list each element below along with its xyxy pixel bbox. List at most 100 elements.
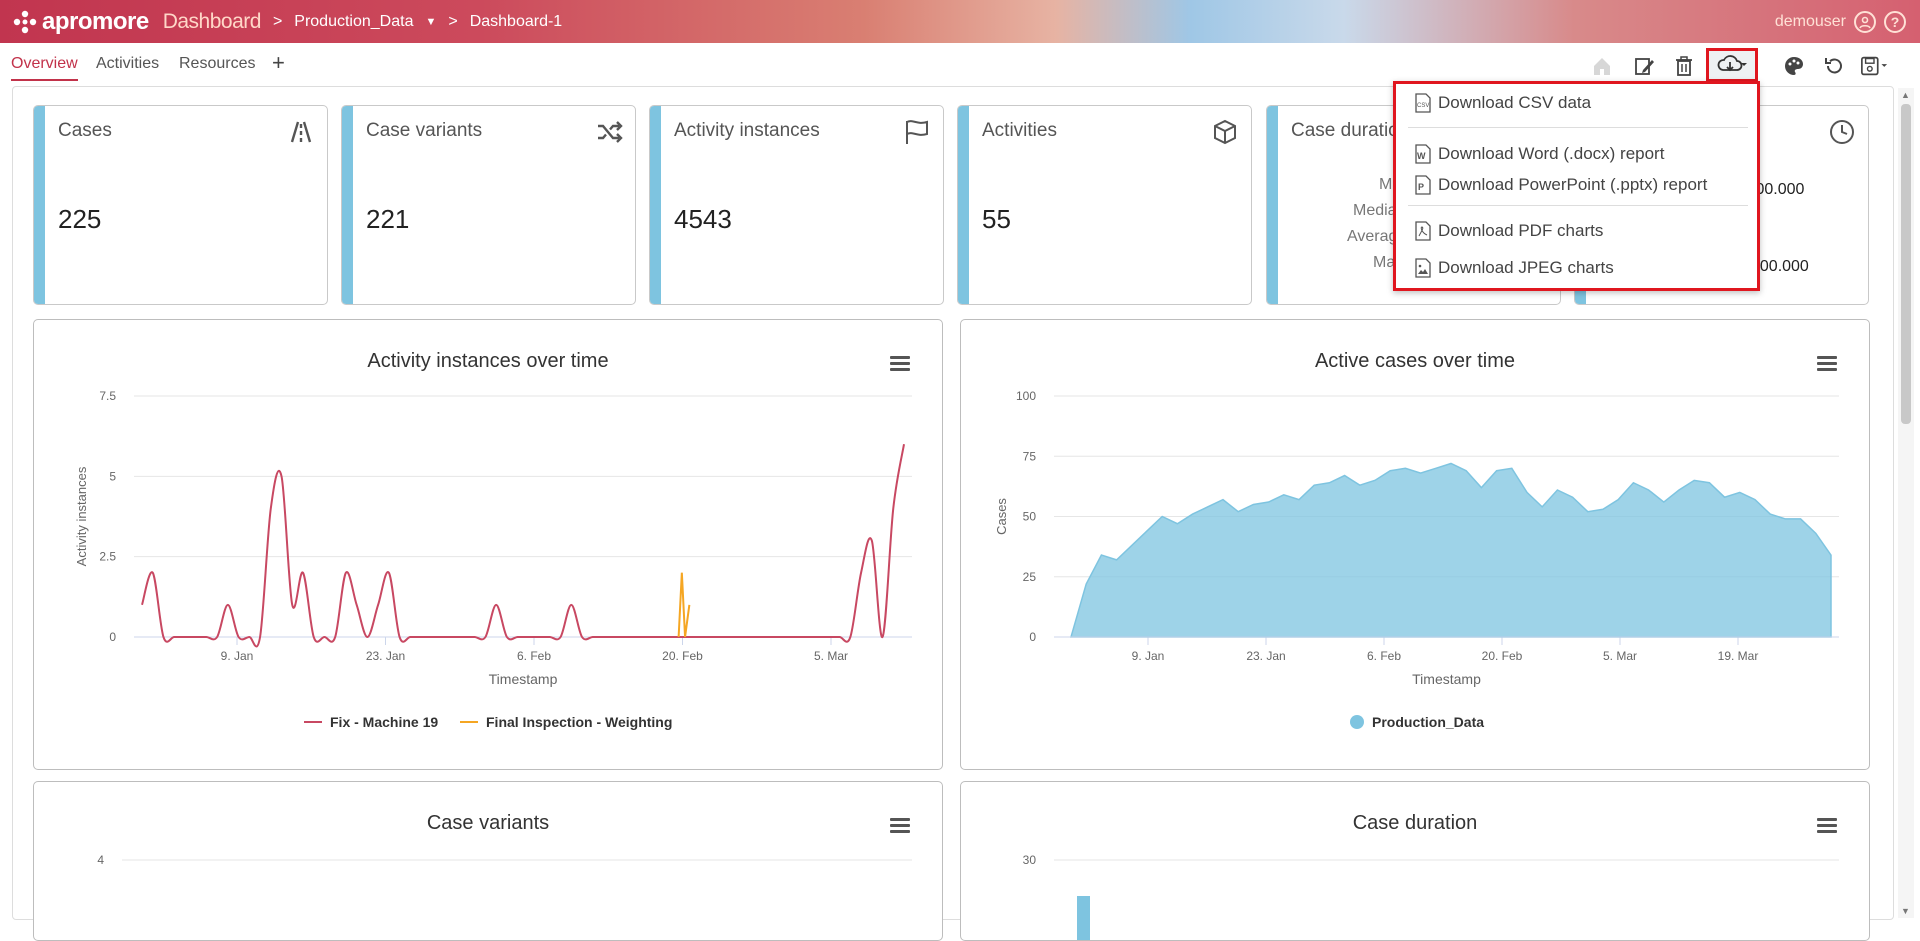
card-title: Activities bbox=[982, 120, 1057, 141]
x-axis-label: Timestamp bbox=[1412, 671, 1481, 687]
x-tick-label: 23. Jan bbox=[1246, 649, 1285, 663]
y-tick-label: 4 bbox=[97, 853, 104, 867]
svg-text:CSV: CSV bbox=[1417, 103, 1429, 109]
y-tick-label: 7.5 bbox=[99, 389, 116, 403]
user-area: demouser ? bbox=[1775, 0, 1906, 43]
series-line-final-inspection bbox=[677, 572, 691, 638]
edit-icon[interactable] bbox=[1630, 52, 1658, 80]
image-file-icon bbox=[1415, 258, 1431, 278]
y-tick-label: 75 bbox=[1023, 449, 1037, 463]
tab-activities[interactable]: Activities bbox=[96, 55, 159, 73]
x-tick-label: 5. Mar bbox=[814, 649, 848, 663]
download-csv-item[interactable]: CSV Download CSV data bbox=[1414, 93, 1591, 113]
svg-text:W: W bbox=[1417, 151, 1426, 161]
active-cases-chart-panel: Active cases over time 100 75 50 25 0 9. Jan 2… bbox=[960, 319, 1870, 770]
case-variants-chart-panel: Case variants 4 bbox=[33, 781, 943, 941]
tab-resources[interactable]: Resources bbox=[179, 55, 255, 73]
save-icon[interactable] bbox=[1860, 52, 1888, 80]
road-icon bbox=[290, 121, 312, 143]
help-icon[interactable]: ? bbox=[1884, 10, 1906, 33]
legend-swatch bbox=[1350, 715, 1364, 729]
legend-label: Fix - Machine 19 bbox=[330, 714, 438, 730]
stat-label-max: Ma bbox=[1373, 254, 1396, 271]
download-button[interactable] bbox=[1706, 48, 1758, 82]
menu-item-label: Download PDF charts bbox=[1438, 221, 1604, 240]
powerpoint-file-icon: P bbox=[1415, 175, 1431, 195]
scrollbar[interactable]: ▲ ▼ bbox=[1898, 88, 1914, 918]
y-axis-label: Activity instances bbox=[74, 466, 89, 566]
x-tick-label: 6. Feb bbox=[1367, 649, 1401, 663]
svg-text:P: P bbox=[1418, 182, 1424, 192]
user-icon[interactable] bbox=[1854, 10, 1876, 33]
case-duration-chart-panel: Case duration 30 bbox=[960, 781, 1870, 941]
card-title: Case duratio bbox=[1291, 120, 1399, 141]
chart-menu-icon[interactable] bbox=[890, 818, 910, 836]
card-value: 55 bbox=[982, 204, 1011, 234]
x-tick-label: 19. Mar bbox=[1718, 649, 1759, 663]
scrollbar-thumb[interactable] bbox=[1901, 104, 1911, 424]
clock-icon bbox=[1830, 120, 1854, 144]
word-file-icon: W bbox=[1415, 144, 1431, 164]
download-jpeg-item[interactable]: Download JPEG charts bbox=[1414, 258, 1614, 278]
username[interactable]: demouser bbox=[1775, 13, 1846, 31]
case-variants-chart: 4 bbox=[97, 853, 912, 867]
activity-instances-chart-panel: Activity instances over time 7.5 5 2.5 0 9. … bbox=[33, 319, 943, 770]
x-tick-label: 23. Jan bbox=[366, 649, 405, 663]
chart-menu-icon[interactable] bbox=[1817, 356, 1837, 374]
active-cases-area-chart: 100 75 50 25 0 9. Jan 23. Jan 6. Feb 20. Feb 5. M… bbox=[994, 389, 1839, 730]
case-duration-chart: 30 bbox=[1023, 853, 1839, 940]
delete-icon[interactable] bbox=[1670, 52, 1698, 80]
refresh-icon[interactable] bbox=[1820, 52, 1848, 80]
x-axis-label: Timestamp bbox=[489, 671, 558, 687]
scroll-up-icon[interactable]: ▲ bbox=[1901, 90, 1910, 100]
y-tick-label: 100 bbox=[1016, 389, 1036, 403]
y-tick-label: 5 bbox=[109, 469, 116, 483]
y-tick-label: 25 bbox=[1023, 570, 1037, 584]
y-tick-label: 50 bbox=[1023, 510, 1037, 524]
chart-menu-icon[interactable] bbox=[890, 356, 910, 374]
card-value: 221 bbox=[366, 204, 410, 234]
download-powerpoint-item[interactable]: P Download PowerPoint (.pptx) report bbox=[1414, 175, 1707, 195]
cases-card: Cases 225 bbox=[33, 105, 328, 305]
bar bbox=[1077, 896, 1090, 940]
brand[interactable]: apromore Dashboard bbox=[12, 8, 261, 36]
menu-item-label: Download CSV data bbox=[1438, 93, 1592, 112]
cube-icon bbox=[1214, 119, 1236, 145]
chart-menu-icon[interactable] bbox=[1817, 818, 1837, 836]
breadcrumb-log[interactable]: Production_Data bbox=[294, 13, 413, 31]
case-variants-card: Case variants 221 bbox=[341, 105, 636, 305]
palette-icon[interactable] bbox=[1780, 52, 1808, 80]
pdf-file-icon bbox=[1415, 221, 1431, 241]
x-tick-label: 6. Feb bbox=[517, 649, 551, 663]
card-accent-bar bbox=[34, 106, 45, 304]
chart-title: Activity instances over time bbox=[367, 350, 609, 372]
stat-label-median: Media bbox=[1353, 202, 1397, 219]
chart-title: Active cases over time bbox=[1314, 350, 1516, 372]
breadcrumb-separator: > bbox=[448, 12, 458, 30]
chevron-down-icon[interactable]: ▼ bbox=[425, 16, 436, 28]
card-value: 225 bbox=[58, 204, 102, 234]
menu-item-label: Download PowerPoint (.pptx) report bbox=[1438, 175, 1708, 194]
x-tick-label: 20. Feb bbox=[662, 649, 703, 663]
y-tick-label: 2.5 bbox=[99, 550, 116, 564]
area-series-production-data bbox=[1070, 462, 1832, 638]
x-tick-label: 20. Feb bbox=[1482, 649, 1523, 663]
brand-name: apromore bbox=[42, 7, 149, 35]
card-title: Activity instances bbox=[674, 120, 820, 141]
download-word-item[interactable]: W Download Word (.docx) report bbox=[1414, 144, 1664, 164]
top-header: apromore Dashboard > Production_Data ▼ >… bbox=[0, 0, 1920, 43]
home-icon[interactable] bbox=[1588, 52, 1616, 80]
download-pdf-item[interactable]: Download PDF charts bbox=[1414, 221, 1603, 241]
scroll-down-icon[interactable]: ▼ bbox=[1901, 906, 1910, 916]
chart-title: Case duration bbox=[1352, 812, 1478, 834]
csv-file-icon: CSV bbox=[1415, 93, 1431, 113]
download-menu: CSV Download CSV data W Download Word (.… bbox=[1393, 81, 1760, 291]
tab-overview[interactable]: Overview bbox=[11, 55, 78, 81]
card-title: Case variants bbox=[366, 120, 483, 141]
menu-divider bbox=[1408, 205, 1748, 206]
activity-instances-card: Activity instances 4543 bbox=[649, 105, 944, 305]
x-tick-label: 9. Jan bbox=[1132, 649, 1165, 663]
chart-title: Case variants bbox=[426, 812, 550, 834]
stat-label-min: M bbox=[1379, 176, 1393, 193]
add-tab-button[interactable]: + bbox=[272, 50, 285, 76]
